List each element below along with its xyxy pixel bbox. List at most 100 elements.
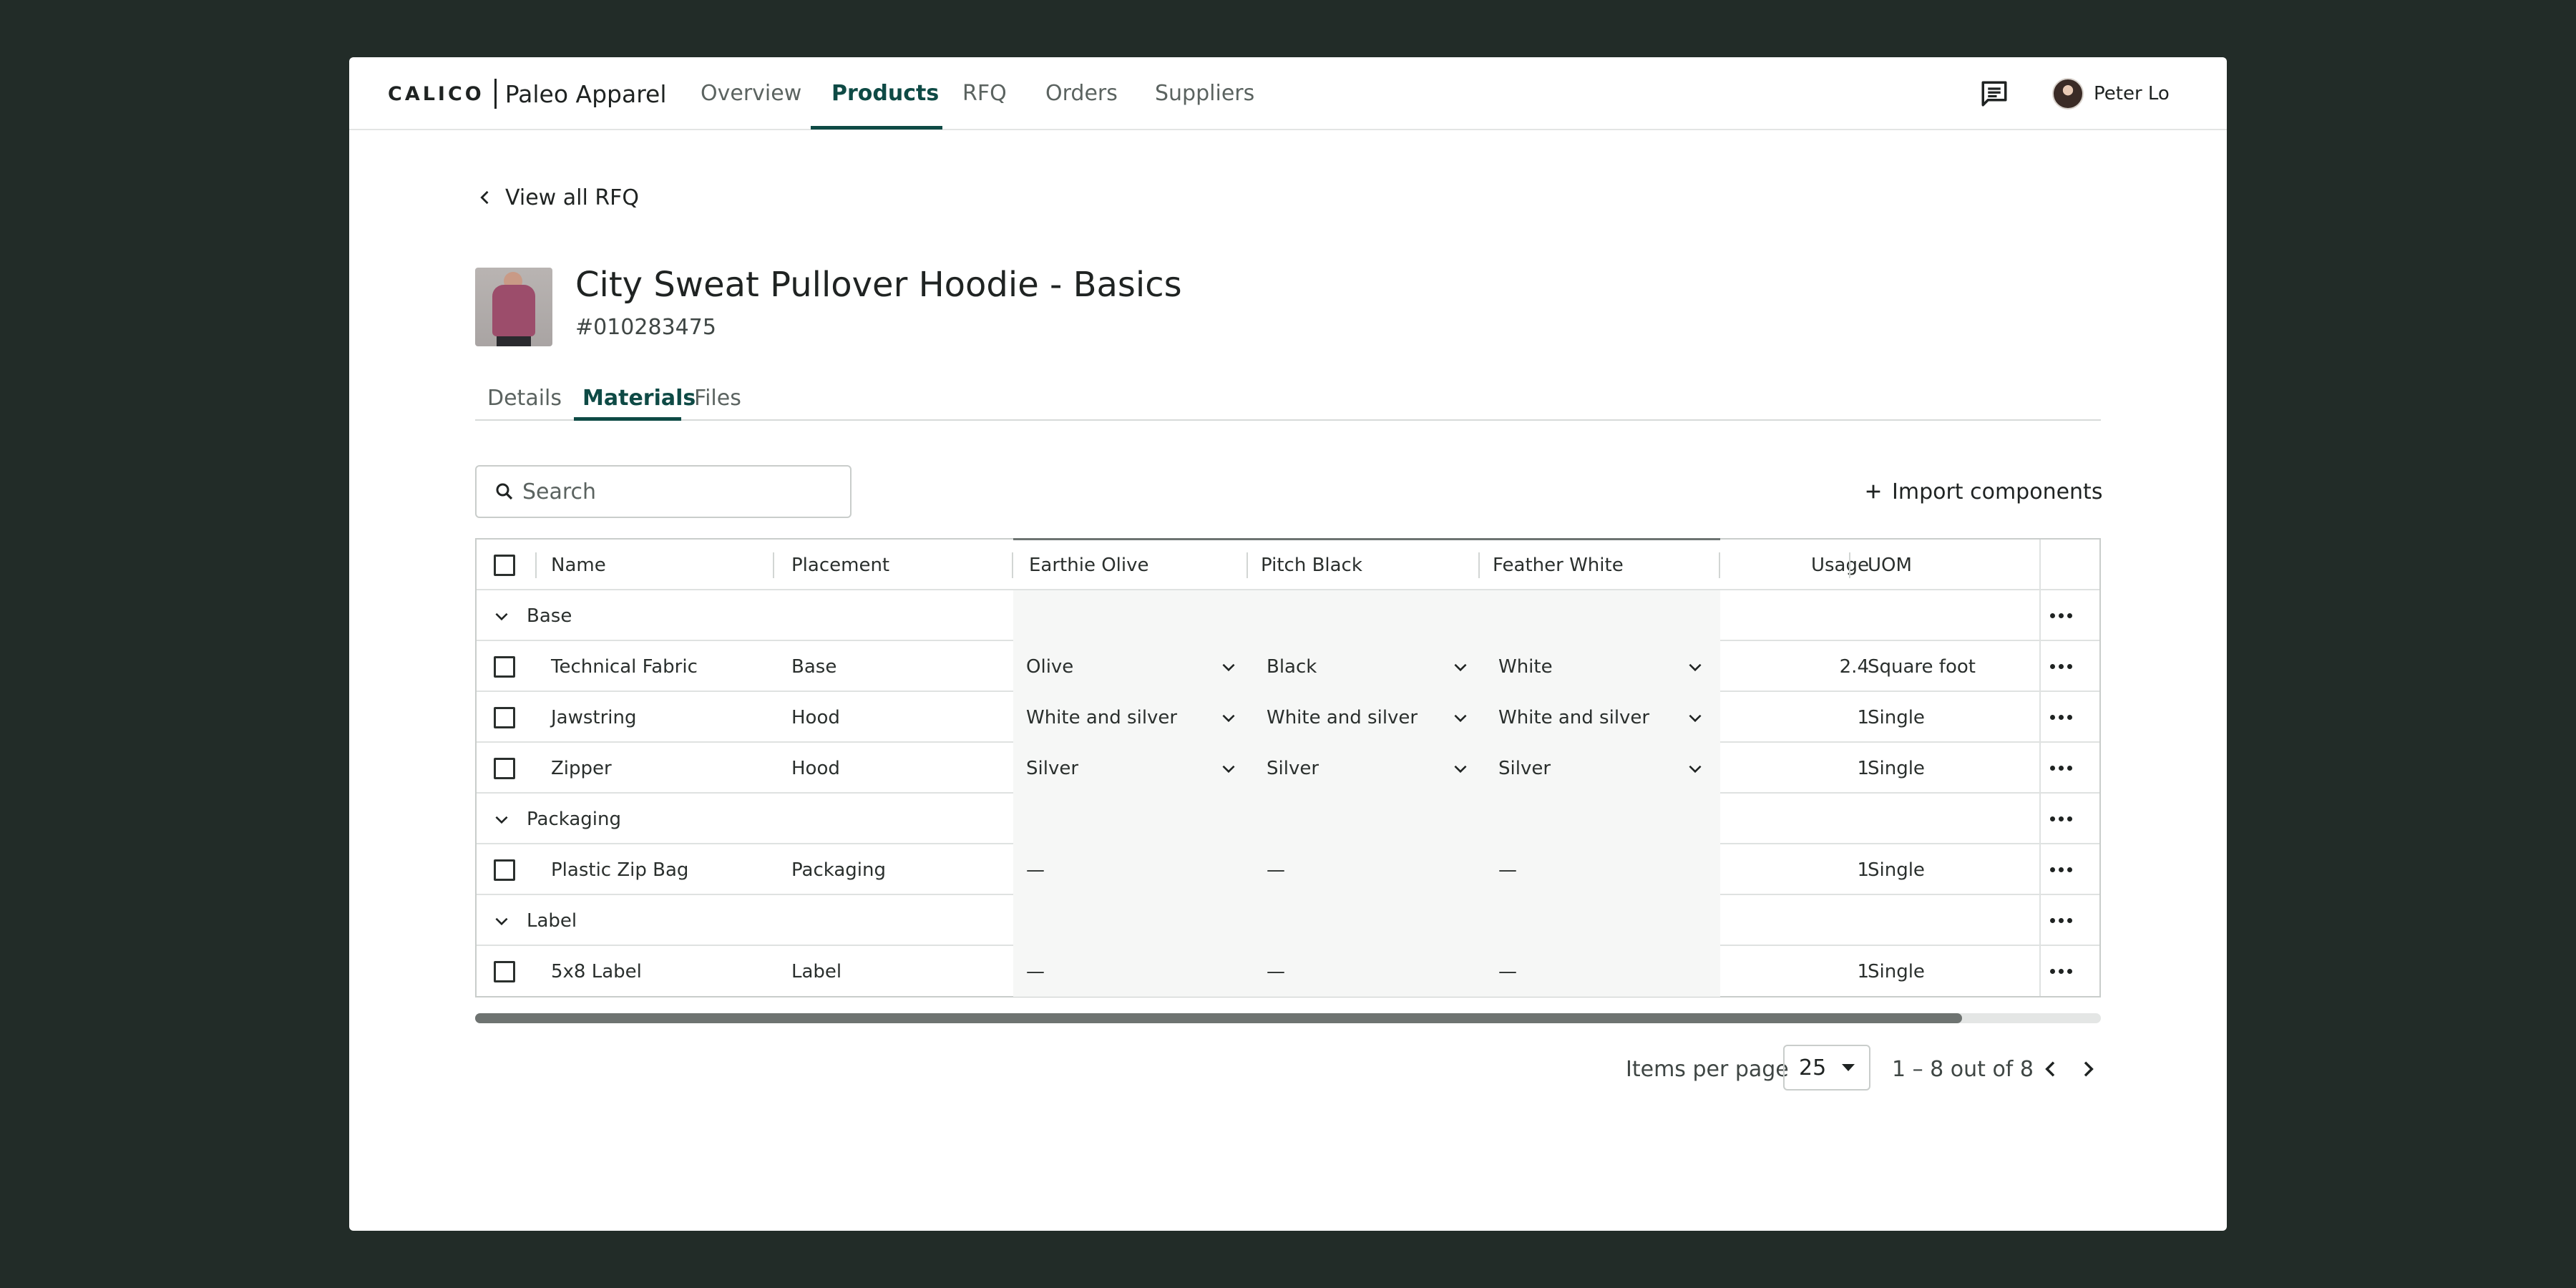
variant-select-value: Silver xyxy=(1267,757,1319,779)
variant-select[interactable]: White and silver xyxy=(1498,692,1719,743)
cell-uom: Single xyxy=(1868,757,1925,779)
materials-table: Name Placement Earthie Olive Pitch Black… xyxy=(475,538,2101,997)
cell-placement: Hood xyxy=(791,706,840,728)
company-name: Paleo Apparel xyxy=(504,79,667,108)
search-icon xyxy=(496,483,513,500)
caret-down-icon xyxy=(1842,1064,1855,1071)
chevron-down-icon xyxy=(1689,714,1702,722)
variant-select[interactable]: Silver xyxy=(1498,743,1719,794)
cell-uom: Single xyxy=(1868,859,1925,881)
variant-select[interactable]: Silver xyxy=(1026,743,1248,794)
more-options-icon[interactable] xyxy=(2045,956,2077,987)
nav-item-products[interactable]: Products xyxy=(831,57,939,130)
cell-placement: Label xyxy=(791,960,842,982)
cell-variant-3: — xyxy=(1498,960,1517,982)
tab-files[interactable]: Files xyxy=(694,381,741,421)
search-box[interactable] xyxy=(475,465,852,518)
variant-select[interactable]: Black xyxy=(1267,641,1480,692)
product-thumbnail xyxy=(475,268,552,346)
row-checkbox[interactable] xyxy=(494,859,515,881)
tab-materials[interactable]: Materials xyxy=(582,381,696,421)
chevron-down-icon[interactable] xyxy=(492,607,511,625)
variant-select-value: White and silver xyxy=(1267,706,1418,728)
cell-name: Technical Fabric xyxy=(551,655,698,678)
group-label: Packaging xyxy=(527,808,621,830)
more-options-icon[interactable] xyxy=(2045,753,2077,784)
brand[interactable]: CALICO Paleo Apparel xyxy=(388,76,667,112)
chevron-left-icon[interactable] xyxy=(2039,1058,2062,1080)
column-header-name[interactable]: Name xyxy=(551,540,606,590)
items-per-page-label: Items per page xyxy=(1626,1057,1789,1082)
variant-select-value: Silver xyxy=(1026,757,1079,779)
cell-usage: 2.4 xyxy=(1839,655,1869,678)
search-input[interactable] xyxy=(522,479,837,504)
cell-name: Zipper xyxy=(551,757,612,779)
table-row: 5x8 Label Label — — — 1 Single xyxy=(477,946,2099,997)
nav-item-rfq[interactable]: RFQ xyxy=(962,57,1007,130)
variant-select-value: White and silver xyxy=(1026,706,1178,728)
table-row: Jawstring Hood White and silver White an… xyxy=(477,692,2099,743)
tab-active-indicator xyxy=(574,417,681,421)
app-window: CALICO Paleo Apparel Overview Products R… xyxy=(349,57,2227,1231)
nav-active-indicator xyxy=(811,126,942,130)
chevron-down-icon xyxy=(1689,765,1702,773)
chat-icon[interactable] xyxy=(1979,79,2009,109)
back-link[interactable]: View all RFQ xyxy=(475,182,639,213)
items-per-page-select[interactable]: 25 xyxy=(1783,1045,1870,1091)
import-components-button[interactable]: Import components xyxy=(1863,474,2102,509)
cell-name: Jawstring xyxy=(551,706,637,728)
product-sku: #010283475 xyxy=(575,315,716,340)
cell-usage: 1 xyxy=(1857,960,1869,982)
user-menu[interactable]: Peter Lo xyxy=(2052,77,2170,110)
row-checkbox[interactable] xyxy=(494,655,515,678)
cell-usage: 1 xyxy=(1857,706,1869,728)
variant-select[interactable]: Silver xyxy=(1267,743,1480,794)
variant-select-value: Silver xyxy=(1498,757,1551,779)
variant-select[interactable]: White xyxy=(1498,641,1719,692)
cell-placement: Base xyxy=(791,655,837,678)
cell-usage: 1 xyxy=(1857,757,1869,779)
tab-details[interactable]: Details xyxy=(487,381,562,421)
nav-item-orders[interactable]: Orders xyxy=(1045,57,1118,130)
table-header-row: Name Placement Earthie Olive Pitch Black… xyxy=(477,540,2099,590)
column-header-uom[interactable]: UOM xyxy=(1868,540,1912,590)
group-label: Base xyxy=(527,605,572,627)
horizontal-scrollbar-thumb[interactable] xyxy=(475,1013,1962,1023)
column-header-placement[interactable]: Placement xyxy=(791,540,889,590)
select-all-checkbox[interactable] xyxy=(494,554,515,576)
chevron-down-icon[interactable] xyxy=(492,810,511,829)
column-header-variant-1[interactable]: Earthie Olive xyxy=(1029,540,1149,590)
chevron-down-icon xyxy=(1454,714,1467,722)
back-link-label: View all RFQ xyxy=(505,185,640,210)
cell-variant-3: — xyxy=(1498,859,1517,881)
cell-placement: Packaging xyxy=(791,859,886,881)
chevron-down-icon xyxy=(1222,714,1235,722)
nav-item-suppliers[interactable]: Suppliers xyxy=(1155,57,1254,130)
column-header-variant-3[interactable]: Feather White xyxy=(1493,540,1624,590)
group-row: Packaging xyxy=(477,794,2099,844)
chevron-down-icon xyxy=(1454,663,1467,671)
row-checkbox[interactable] xyxy=(494,706,515,728)
variant-select[interactable]: Olive xyxy=(1026,641,1248,692)
more-options-icon[interactable] xyxy=(2045,854,2077,886)
group-row: Label xyxy=(477,895,2099,946)
more-options-icon[interactable] xyxy=(2045,804,2077,835)
more-options-icon[interactable] xyxy=(2045,651,2077,683)
variant-select[interactable]: White and silver xyxy=(1026,692,1248,743)
nav-item-overview[interactable]: Overview xyxy=(701,57,801,130)
variant-select-value: White and silver xyxy=(1498,706,1650,728)
cell-variant-2: — xyxy=(1267,859,1285,881)
row-checkbox[interactable] xyxy=(494,757,515,779)
chevron-down-icon xyxy=(1454,765,1467,773)
chevron-left-icon xyxy=(480,190,489,205)
cell-uom: Single xyxy=(1868,706,1925,728)
chevron-right-icon[interactable] xyxy=(2077,1058,2099,1080)
variant-select[interactable]: White and silver xyxy=(1267,692,1480,743)
more-options-icon[interactable] xyxy=(2045,600,2077,632)
chevron-down-icon[interactable] xyxy=(492,912,511,930)
column-header-variant-2[interactable]: Pitch Black xyxy=(1261,540,1362,590)
more-options-icon[interactable] xyxy=(2045,905,2077,937)
cell-uom: Square foot xyxy=(1868,655,1976,678)
more-options-icon[interactable] xyxy=(2045,702,2077,733)
row-checkbox[interactable] xyxy=(494,960,515,982)
